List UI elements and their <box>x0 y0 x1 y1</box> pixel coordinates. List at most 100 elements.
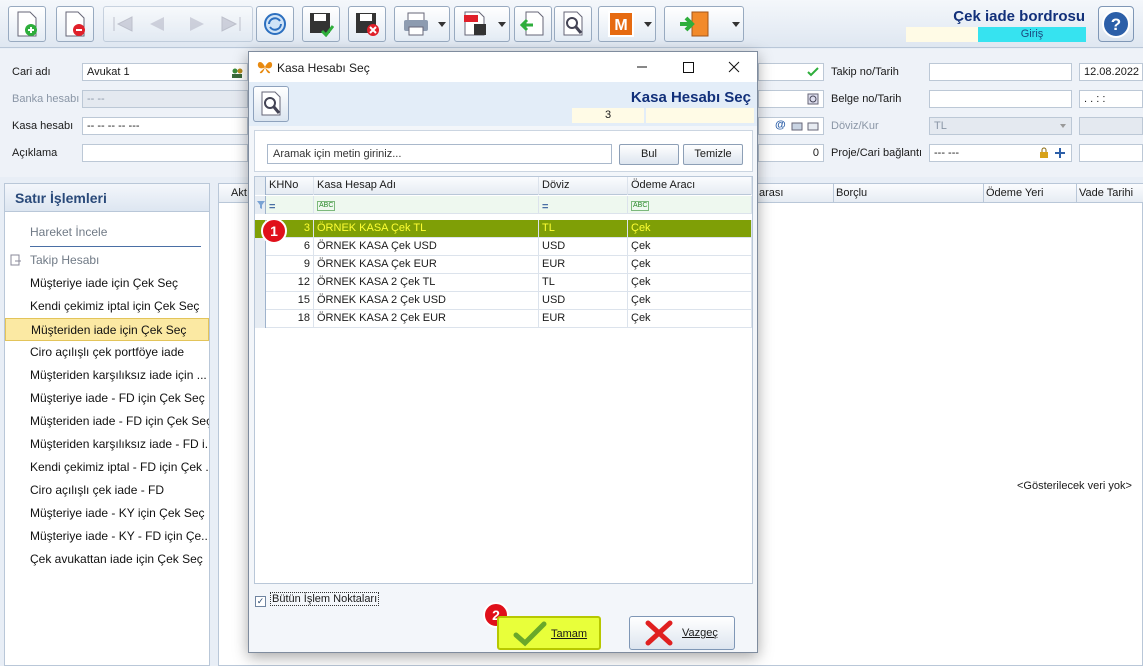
filter-icon <box>257 201 265 209</box>
magnifier-document-icon <box>261 91 281 116</box>
panel-item[interactable]: Kendi çekimiz iptal için Çek Seç <box>5 295 209 318</box>
belge-no-field[interactable] <box>929 90 1072 108</box>
proje-extra-field[interactable] <box>1079 144 1143 162</box>
table-row[interactable]: 6 ÖRNEK KASA Çek USD USD Çek <box>255 238 752 256</box>
takip-date-field[interactable]: 12.08.2022 <box>1079 63 1143 81</box>
panel-item[interactable]: Müşteriden karşılıksız iade için ... <box>5 364 209 387</box>
col-arasi[interactable]: arası <box>759 187 783 199</box>
col-vade-tarihi[interactable]: Vade Tarihi <box>1079 187 1133 199</box>
col-borclu[interactable]: Borçlu <box>836 187 867 199</box>
panel-item[interactable]: Müşteriye iade - FD için Çek Seç <box>5 387 209 410</box>
aciklama-field[interactable] <box>82 144 248 162</box>
table-row[interactable]: 12 ÖRNEK KASA 2 Çek TL TL Çek <box>255 274 752 292</box>
magnifier-document-icon <box>563 11 583 36</box>
kasa-options-field[interactable]: @ <box>758 117 824 135</box>
document-code-field <box>906 27 978 42</box>
discard-disk-icon <box>356 13 379 36</box>
panel-item[interactable]: Kendi çekimiz iptal - FD için Çek ... <box>5 456 209 479</box>
row-operations-title: Satır İşlemleri <box>5 184 209 212</box>
takip-hesabi-item[interactable]: Takip Hesabı <box>5 249 209 272</box>
takip-no-field[interactable] <box>929 63 1072 81</box>
module-menu-button[interactable]: M <box>598 6 656 42</box>
col-akt[interactable]: Akt <box>231 187 247 199</box>
table-row[interactable]: 15 ÖRNEK KASA 2 Çek USD USD Çek <box>255 292 752 310</box>
all-points-label: Bütün İşlem Noktaları <box>270 592 380 606</box>
document-mode-badge: Giriş <box>978 27 1086 42</box>
cell-doviz: TL <box>539 274 628 292</box>
table-row[interactable]: 18 ÖRNEK KASA 2 Çek EUR EUR Çek <box>255 310 752 328</box>
belge-date-field[interactable]: . . : : <box>1079 90 1143 108</box>
amount-field[interactable]: 0 <box>758 144 824 162</box>
dialog-inspect-button[interactable] <box>253 86 289 122</box>
cell-arac: Çek <box>628 274 752 292</box>
cancel-x-icon <box>645 620 673 646</box>
print-button[interactable] <box>394 6 450 42</box>
inspect-button[interactable] <box>554 6 592 42</box>
ok-button[interactable]: Tamam <box>497 616 601 650</box>
cancel-button[interactable]: Vazgeç <box>629 616 735 650</box>
kasa-grid[interactable]: KHNo Kasa Hesap Adı Döviz Ödeme Aracı = … <box>254 176 753 584</box>
find-button[interactable]: Bul <box>619 144 679 165</box>
panel-item[interactable]: Çek avukattan iade için Çek Seç <box>5 548 209 571</box>
all-points-checkbox[interactable]: ✓ <box>255 596 266 607</box>
takip-icon <box>10 254 21 266</box>
text-filter-icon: ABC <box>631 201 650 211</box>
col-odeme-araci[interactable]: Ödeme Aracı <box>628 177 752 195</box>
exit-button[interactable] <box>664 6 744 42</box>
minimize-button[interactable] <box>619 52 665 82</box>
check-icon <box>807 67 819 77</box>
all-points-checkbox-row[interactable]: ✓ Bütün İşlem Noktaları <box>255 592 380 607</box>
lock-icon[interactable] <box>1039 147 1049 159</box>
col-divider <box>983 184 984 203</box>
col-kasa-hesap-adi[interactable]: Kasa Hesap Adı <box>314 177 539 195</box>
record-navigator[interactable] <box>103 6 253 42</box>
panel-item[interactable]: Müşteriye iade - KY - FD için Çe... <box>5 525 209 548</box>
import-button[interactable] <box>514 6 552 42</box>
close-button[interactable] <box>711 52 757 82</box>
col-khno[interactable]: KHNo <box>266 177 314 195</box>
new-document-button[interactable] <box>8 6 46 42</box>
plus-icon[interactable] <box>1054 147 1066 159</box>
save-button[interactable] <box>302 6 340 42</box>
close-icon <box>728 61 740 73</box>
cell-khno: 15 <box>266 292 314 310</box>
cell-arac: Çek <box>628 220 752 238</box>
table-row-selected[interactable]: 3 ÖRNEK KASA Çek TL TL Çek <box>255 220 752 238</box>
banka-field: -- -- <box>82 90 248 108</box>
cari-field[interactable]: Avukat 1 <box>82 63 248 81</box>
delete-document-button[interactable] <box>56 6 94 42</box>
panel-item[interactable]: Müşteriye iade - KY için Çek Seç <box>5 502 209 525</box>
maximize-button[interactable] <box>665 52 711 82</box>
filter-row[interactable]: = ABC = ABC <box>255 196 752 214</box>
cari-check-field[interactable] <box>758 63 824 81</box>
cancel-label: Vazgeç <box>682 627 718 639</box>
panel-item-selected[interactable]: Müşteriden iade için Çek Seç <box>5 318 209 341</box>
cancel-save-button[interactable] <box>348 6 386 42</box>
refresh-button[interactable] <box>256 6 294 42</box>
panel-item[interactable]: Ciro açılışlı çek portföye iade <box>5 341 209 364</box>
filter-arac[interactable]: ABC <box>628 196 752 214</box>
panel-item[interactable]: Müşteriden iade - FD için Çek Seç <box>5 410 209 433</box>
help-button[interactable]: ? <box>1098 6 1134 42</box>
belge-lookup-field[interactable] <box>758 90 824 108</box>
search-input[interactable] <box>267 144 612 164</box>
dialog-titlebar[interactable]: Kasa Hesabı Seç <box>249 52 757 82</box>
exit-door-icon <box>679 11 709 37</box>
panel-item[interactable]: Müşteriye iade için Çek Seç <box>5 272 209 295</box>
table-row[interactable]: 9 ÖRNEK KASA Çek EUR EUR Çek <box>255 256 752 274</box>
filter-khno[interactable]: = <box>266 196 314 214</box>
hareket-incele-item[interactable]: Hareket İncele <box>5 221 209 244</box>
people-icon[interactable] <box>231 67 243 79</box>
filter-name[interactable]: ABC <box>314 196 539 214</box>
module-dropdown-icon <box>644 22 652 27</box>
filter-doviz[interactable]: = <box>539 196 628 214</box>
proje-field[interactable]: --- --- <box>929 144 1072 162</box>
col-doviz[interactable]: Döviz <box>539 177 628 195</box>
new-document-icon <box>17 11 37 37</box>
export-pdf-button[interactable] <box>454 6 510 42</box>
panel-item[interactable]: Müşteriden karşılıksız iade - FD i... <box>5 433 209 456</box>
kasa-field[interactable]: -- -- -- -- --- <box>82 117 248 135</box>
clear-button[interactable]: Temizle <box>683 144 743 165</box>
panel-item[interactable]: Ciro açılışlı çek iade - FD <box>5 479 209 502</box>
col-odeme-yeri[interactable]: Ödeme Yeri <box>986 187 1043 199</box>
